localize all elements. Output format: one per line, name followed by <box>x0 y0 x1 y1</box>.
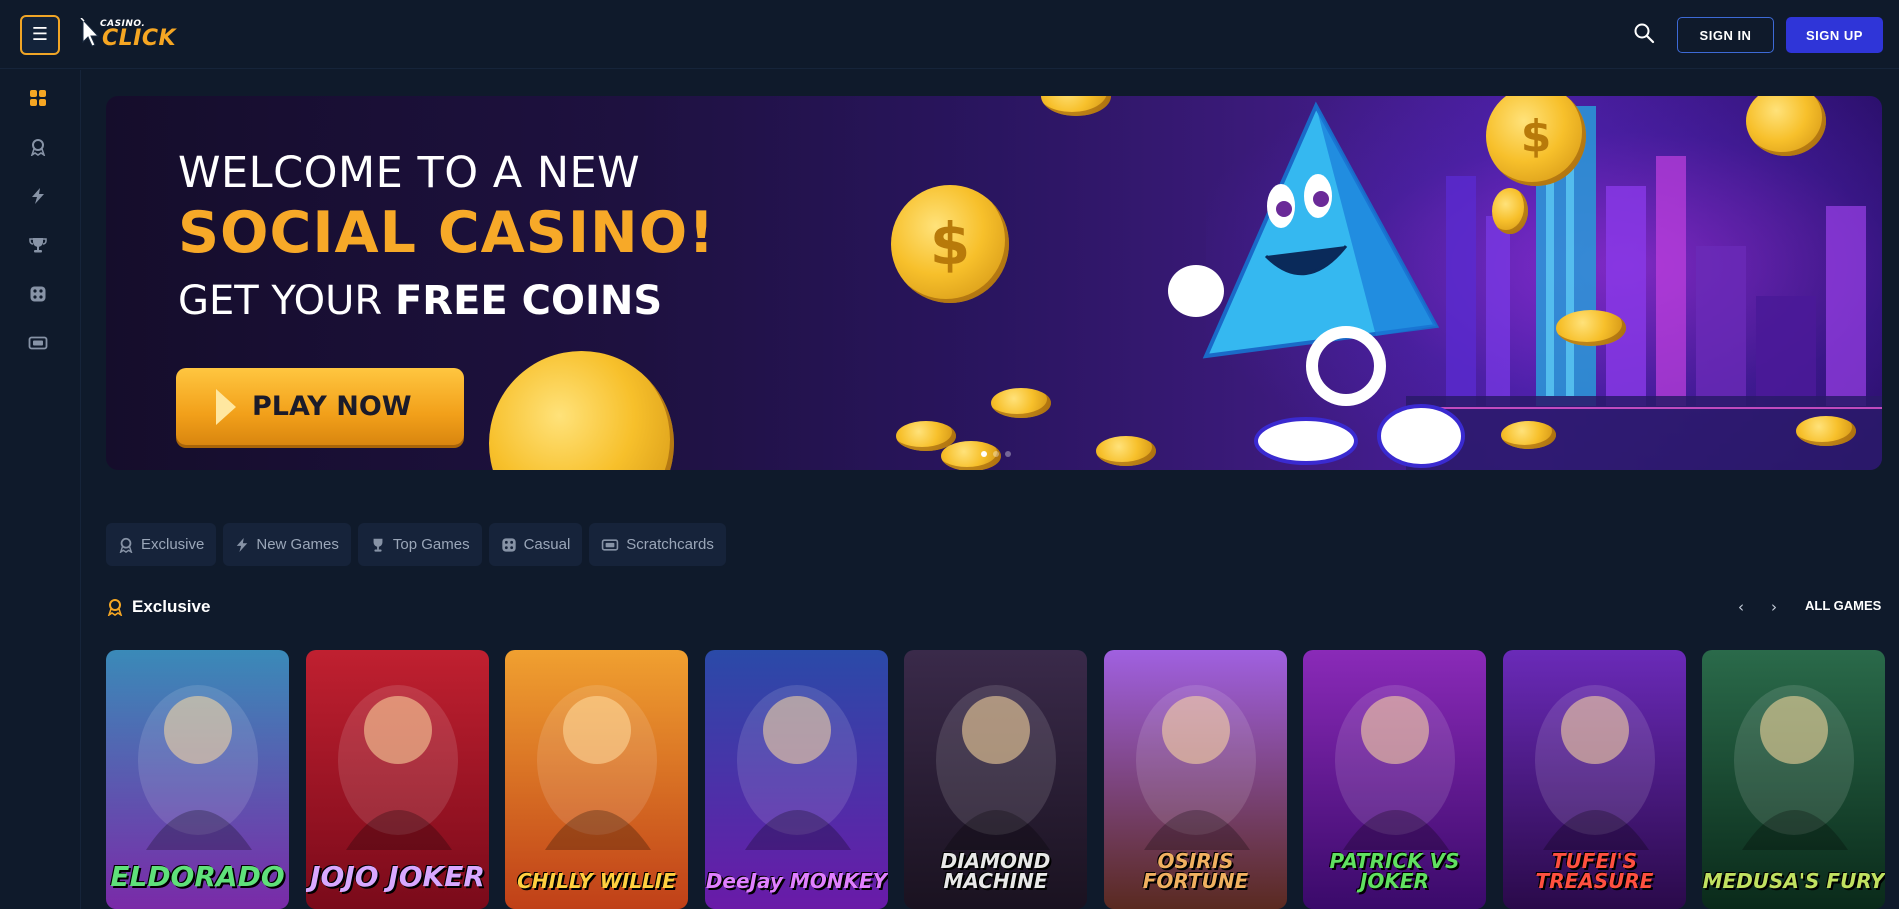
lightning-icon <box>237 537 248 552</box>
logo-big-text: CLICK <box>102 26 177 51</box>
menu-button[interactable]: ☰ <box>20 15 60 55</box>
tab-exclusive[interactable]: Exclusive <box>106 523 217 566</box>
sign-in-button[interactable]: SIGN IN <box>1677 17 1774 53</box>
trophy-icon <box>373 538 383 552</box>
gold-coin-image <box>1096 436 1156 466</box>
gold-coin-image <box>1041 96 1111 116</box>
left-sidebar <box>0 70 81 909</box>
chevron-left-icon: ‹ <box>1738 598 1744 616</box>
tab-casual[interactable]: Casual <box>488 523 583 566</box>
gold-coin-image <box>1796 416 1856 446</box>
game-title: ELDORADO <box>110 860 285 893</box>
lightning-icon <box>32 188 44 204</box>
game-tile[interactable]: PATRICK VS JOKER <box>1303 650 1486 909</box>
game-tile[interactable]: JOJO JOKER <box>306 650 489 909</box>
game-title: DeeJay MONKEY <box>705 869 888 893</box>
sidebar-item-all[interactable] <box>26 86 50 110</box>
play-now-label: PLAY NOW <box>252 391 412 422</box>
game-tile[interactable]: CHILLY WILLIE <box>505 650 688 909</box>
tab-scratchcards[interactable]: Scratchcards <box>589 523 726 566</box>
search-button[interactable] <box>1633 22 1659 48</box>
game-title: JOJO JOKER <box>310 860 485 893</box>
carousel-dot[interactable] <box>1005 451 1011 457</box>
game-tile[interactable]: MEDUSA'S FURY <box>1702 650 1885 909</box>
dice-icon <box>501 537 516 552</box>
play-arrow-icon <box>216 388 236 425</box>
game-tile[interactable]: DeeJay MONKEY <box>705 650 888 909</box>
hero-free-coins-prefix: GET YOUR <box>178 278 395 324</box>
gold-coin-image: $ <box>891 185 1009 303</box>
tab-label: Casual <box>523 536 571 553</box>
trophy-icon <box>29 238 47 253</box>
tab-top-games[interactable]: Top Games <box>357 523 482 566</box>
exclusive-section-header: Exclusive <box>106 596 210 618</box>
ticket-icon <box>602 538 619 551</box>
hero-social-casino-text: SOCIAL CASINO! <box>178 200 716 266</box>
game-title: CHILLY WILLIE <box>517 869 676 893</box>
triangle-mascot-illustration <box>1168 101 1465 468</box>
carousel-prev-button[interactable]: ‹ <box>1730 596 1752 618</box>
sidebar-item-new-games[interactable] <box>26 184 50 208</box>
sidebar-item-scratchcards[interactable] <box>26 331 50 355</box>
tab-label: Exclusive <box>141 536 205 553</box>
ticket-icon <box>28 336 48 350</box>
search-icon <box>1634 23 1655 44</box>
sidebar-item-top-games[interactable] <box>26 233 50 257</box>
game-title: TUFEI'S TREASURE <box>1535 849 1654 893</box>
gold-coin-image <box>489 351 674 470</box>
grid-icon <box>30 90 46 106</box>
section-title: Exclusive <box>132 597 211 616</box>
exclusive-icon <box>119 537 133 553</box>
hero-banner[interactable]: $ $ WELCOME TO A NEW SOCIAL CASINO! GET … <box>106 96 1882 470</box>
tab-new-games[interactable]: New Games <box>223 523 351 566</box>
hamburger-icon: ☰ <box>31 24 49 45</box>
sidebar-item-casual[interactable] <box>26 282 50 306</box>
sidebar-item-exclusive[interactable] <box>26 135 50 159</box>
carousel-dot[interactable] <box>993 451 999 457</box>
tab-label: New Games <box>256 536 339 553</box>
hero-welcome-text: WELCOME TO A NEW <box>178 148 641 198</box>
all-games-link[interactable]: ALL GAMES <box>1805 598 1881 613</box>
game-title: DIAMOND MACHINE <box>940 849 1051 893</box>
carousel-dots <box>981 451 1011 457</box>
game-title: PATRICK VS JOKER <box>1329 849 1460 893</box>
game-tile[interactable]: ELDORADO <box>106 650 289 909</box>
category-tabs: Exclusive New Games Top Games Casual Scr… <box>106 523 726 566</box>
game-tile[interactable]: TUFEI'S TREASURE <box>1503 650 1686 909</box>
tab-label: Scratchcards <box>626 536 714 553</box>
top-header: ☰ CASINO. CLICK SIGN IN SIGN UP <box>0 0 1899 69</box>
game-tile[interactable]: DIAMOND MACHINE <box>904 650 1087 909</box>
chevron-right-icon: › <box>1771 598 1777 616</box>
dice-icon <box>30 286 46 302</box>
exclusive-icon <box>107 599 123 616</box>
hero-free-coins-text: GET YOUR FREE COINS <box>178 278 662 324</box>
gold-coin-image <box>991 388 1051 418</box>
game-tile[interactable]: OSIRIS FORTUNE <box>1104 650 1287 909</box>
exclusive-icon <box>30 139 46 156</box>
game-title: OSIRIS FORTUNE <box>1142 849 1249 893</box>
sign-up-button[interactable]: SIGN UP <box>1786 17 1883 53</box>
tab-label: Top Games <box>392 536 470 553</box>
cursor-logo-icon <box>80 18 100 47</box>
carousel-next-button[interactable]: › <box>1763 596 1785 618</box>
game-title: MEDUSA'S FURY <box>1702 869 1885 893</box>
hero-free-coins-bold: FREE COINS <box>394 278 663 324</box>
casino-click-logo[interactable]: CASINO. CLICK <box>80 16 190 54</box>
carousel-dot[interactable] <box>981 451 987 457</box>
play-now-button[interactable]: PLAY NOW <box>176 368 464 445</box>
